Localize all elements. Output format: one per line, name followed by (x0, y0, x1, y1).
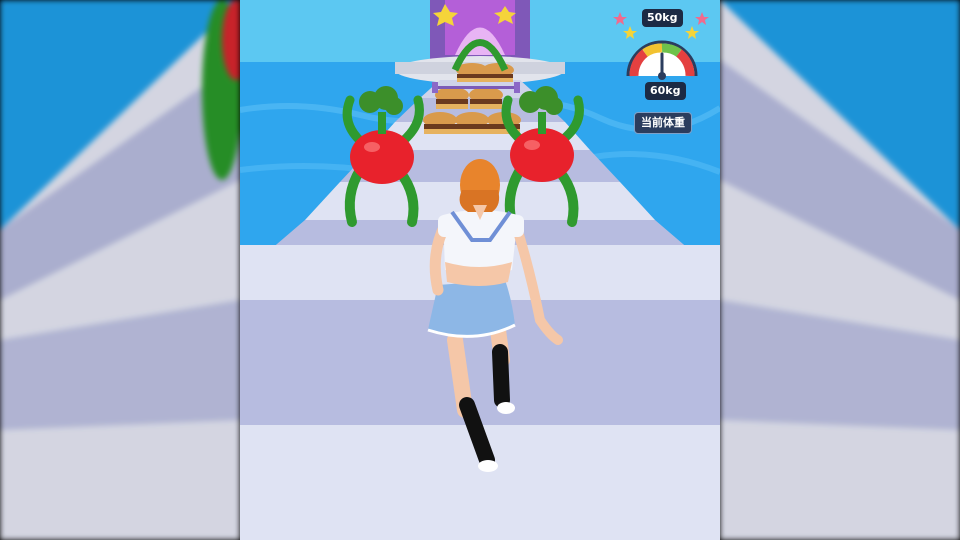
game-screen[interactable]: 50kg 60kg 当前体重 (0, 0, 960, 540)
current-weight-label: 当前体重 (634, 112, 692, 134)
blurred-background-left (0, 0, 240, 540)
star-icon (695, 12, 709, 25)
star-decorations (613, 12, 709, 39)
current-weight-value: 60kg (645, 82, 686, 100)
star-icon (613, 12, 627, 25)
blurred-background-right (720, 0, 960, 540)
goal-castle (430, 0, 530, 60)
weight-meter: 50kg 60kg 当前体重 (600, 0, 720, 140)
star-icon (685, 26, 699, 39)
star-icon (623, 26, 637, 39)
